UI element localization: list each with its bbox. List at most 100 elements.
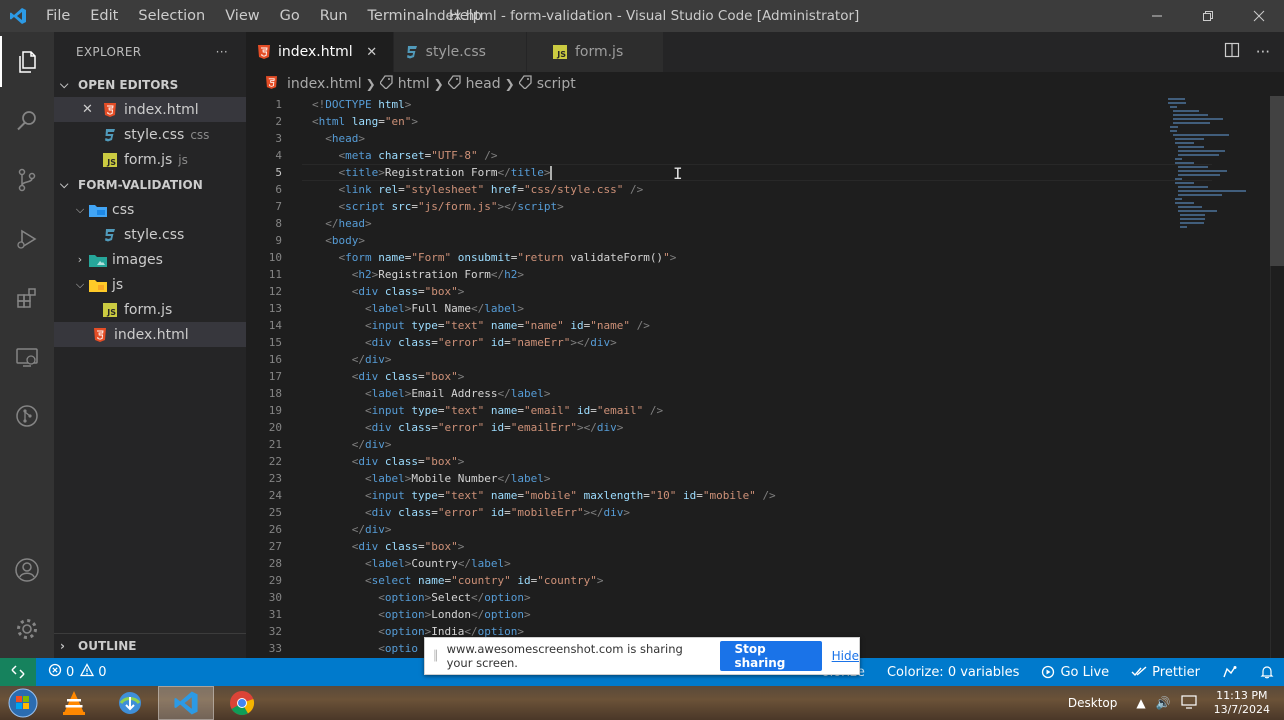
source-control-icon[interactable]	[0, 150, 54, 209]
tab-style-css[interactable]: style.css	[393, 32, 527, 72]
menu-help[interactable]: Help	[439, 0, 492, 32]
feedback-icon[interactable]	[1222, 665, 1238, 679]
code-line[interactable]: <div class="error" id="mobileErr"></div>	[312, 504, 1152, 521]
menu-selection[interactable]: Selection	[128, 0, 215, 32]
code-line[interactable]: <label>Full Name</label>	[312, 300, 1152, 317]
code-line[interactable]: <option>Select</option>	[312, 589, 1152, 606]
code-line[interactable]: <input type="text" name="name" id="name"…	[312, 317, 1152, 334]
tree-folder-images[interactable]: › images	[54, 247, 246, 272]
close-icon[interactable]: ✕	[363, 45, 381, 60]
windows-start-icon[interactable]	[0, 686, 46, 720]
code-line[interactable]: <body>	[312, 232, 1152, 249]
code-line[interactable]: <select name="country" id="country">	[312, 572, 1152, 589]
code-line[interactable]: <form name="Form" onsubmit="return valid…	[312, 249, 1152, 266]
code-line[interactable]: <link rel="stylesheet" href="css/style.c…	[312, 181, 1152, 198]
tree-file-form-js[interactable]: JS form.js	[54, 297, 246, 322]
more-actions-icon[interactable]: ···	[216, 45, 228, 59]
code-area[interactable]: <!DOCTYPE html> <html lang="en"> <head> <…	[312, 96, 1152, 657]
code-line[interactable]: <h2>Registration Form</h2>	[312, 266, 1152, 283]
chrome-icon[interactable]	[214, 686, 270, 720]
remote-indicator-icon[interactable]	[0, 658, 36, 686]
split-editor-icon[interactable]	[1224, 42, 1240, 62]
open-editor-item[interactable]: ✕ index.html	[54, 97, 246, 122]
clock[interactable]: 11:13 PM 13/7/2024	[1214, 689, 1270, 717]
more-actions-icon[interactable]: ···	[1256, 43, 1270, 61]
code-line[interactable]: <!DOCTYPE html>	[312, 96, 1152, 113]
code-line[interactable]: <title>Registration Form</title>	[312, 164, 1152, 181]
code-line[interactable]: <div class="box">	[312, 283, 1152, 300]
code-line[interactable]: </head>	[312, 215, 1152, 232]
code-line[interactable]: <script src="js/form.js"></script>	[312, 198, 1152, 215]
code-line[interactable]: <meta charset="UTF-8" />	[312, 147, 1152, 164]
breadcrumb-head[interactable]: head	[446, 75, 501, 93]
tree-folder-css[interactable]: ⌵ css	[54, 197, 246, 222]
code-line[interactable]: <label>Email Address</label>	[312, 385, 1152, 402]
minimap[interactable]	[1164, 96, 1268, 246]
breadcrumb-file[interactable]: index.html	[266, 75, 362, 93]
network-icon[interactable]	[1180, 694, 1197, 712]
close-icon[interactable]: ✕	[82, 102, 96, 117]
menu-go[interactable]: Go	[270, 0, 310, 32]
menu-terminal[interactable]: Terminal	[358, 0, 439, 32]
code-line[interactable]: <input type="text" name="email" id="emai…	[312, 402, 1152, 419]
extensions-icon[interactable]	[0, 268, 54, 327]
menu-run[interactable]: Run	[310, 0, 358, 32]
explorer-icon[interactable]	[0, 32, 54, 91]
code-line[interactable]: </div>	[312, 436, 1152, 453]
code-line[interactable]: <head>	[312, 130, 1152, 147]
colorize-status[interactable]: Colorize: 0 variables	[887, 665, 1020, 680]
stop-sharing-button[interactable]: Stop sharing	[720, 641, 822, 671]
code-line[interactable]: <label>Country</label>	[312, 555, 1152, 572]
code-line[interactable]: <option>London</option>	[312, 606, 1152, 623]
code-line[interactable]: <input type="text" name="mobile" maxleng…	[312, 487, 1152, 504]
open-editor-item[interactable]: JS form.js js	[54, 147, 246, 172]
tree-file-index-html[interactable]: index.html	[54, 322, 246, 347]
notifications-bell-icon[interactable]	[1260, 665, 1274, 679]
code-line[interactable]: <div class="error" id="nameErr"></div>	[312, 334, 1152, 351]
tree-folder-js[interactable]: ⌵ js	[54, 272, 246, 297]
internet-download-manager-icon[interactable]	[102, 686, 158, 720]
vscode-taskbar-icon[interactable]	[158, 686, 214, 720]
prettier-button[interactable]: Prettier	[1131, 665, 1200, 680]
tree-file-style-css[interactable]: style.css	[54, 222, 246, 247]
scrollbar-thumb[interactable]	[1270, 96, 1284, 266]
code-line[interactable]: <html lang="en">	[312, 113, 1152, 130]
close-window-icon[interactable]	[1233, 0, 1284, 32]
minimize-icon[interactable]	[1131, 0, 1182, 32]
volume-icon[interactable]: 🔊	[1156, 696, 1171, 710]
settings-gear-icon[interactable]	[0, 599, 54, 658]
vertical-scrollbar[interactable]	[1270, 96, 1284, 658]
run-debug-icon[interactable]	[0, 209, 54, 268]
open-editors-section[interactable]: ⌵ OPEN EDITORS	[54, 72, 246, 97]
desktop-toolbar[interactable]: Desktop	[1068, 696, 1118, 710]
menu-edit[interactable]: Edit	[80, 0, 128, 32]
go-live-button[interactable]: Go Live	[1041, 665, 1109, 680]
code-line[interactable]: <label>Mobile Number</label>	[312, 470, 1152, 487]
git-graph-icon[interactable]	[0, 386, 54, 445]
vlc-icon[interactable]	[46, 686, 102, 720]
search-icon[interactable]	[0, 91, 54, 150]
hide-link[interactable]: Hide	[832, 649, 859, 663]
menu-view[interactable]: View	[215, 0, 269, 32]
code-line[interactable]: <div class="box">	[312, 453, 1152, 470]
problems-indicator[interactable]: 0 0	[36, 663, 107, 681]
code-line[interactable]: </div>	[312, 351, 1152, 368]
menu-file[interactable]: File	[36, 0, 80, 32]
code-line[interactable]: <div class="box">	[312, 538, 1152, 555]
restore-icon[interactable]	[1182, 0, 1233, 32]
code-line[interactable]: <div class="error" id="emailErr"></div>	[312, 419, 1152, 436]
open-editor-item[interactable]: style.css css	[54, 122, 246, 147]
code-line[interactable]: </div>	[312, 521, 1152, 538]
drag-handle-icon[interactable]: ║	[429, 651, 443, 662]
breadcrumb-script[interactable]: script	[517, 75, 576, 93]
tray-overflow-icon[interactable]: ▲	[1136, 696, 1145, 710]
tab-index-html[interactable]: index.html ✕	[246, 32, 394, 72]
remote-explorer-icon[interactable]	[0, 327, 54, 386]
code-editor[interactable]: 1 2 3 4 5 6 7 8 9 10 11 12 13 14 15 16 17 18 19 20 21 22 23 24 2…	[246, 96, 1284, 658]
tab-form-js[interactable]: JS form.js	[526, 32, 665, 72]
breadcrumb-html[interactable]: html	[378, 75, 430, 93]
project-section[interactable]: ⌵ FORM-VALIDATION	[54, 172, 246, 197]
accounts-icon[interactable]	[0, 540, 54, 599]
outline-section[interactable]: › OUTLINE	[54, 633, 246, 658]
code-line[interactable]: <div class="box">	[312, 368, 1152, 385]
